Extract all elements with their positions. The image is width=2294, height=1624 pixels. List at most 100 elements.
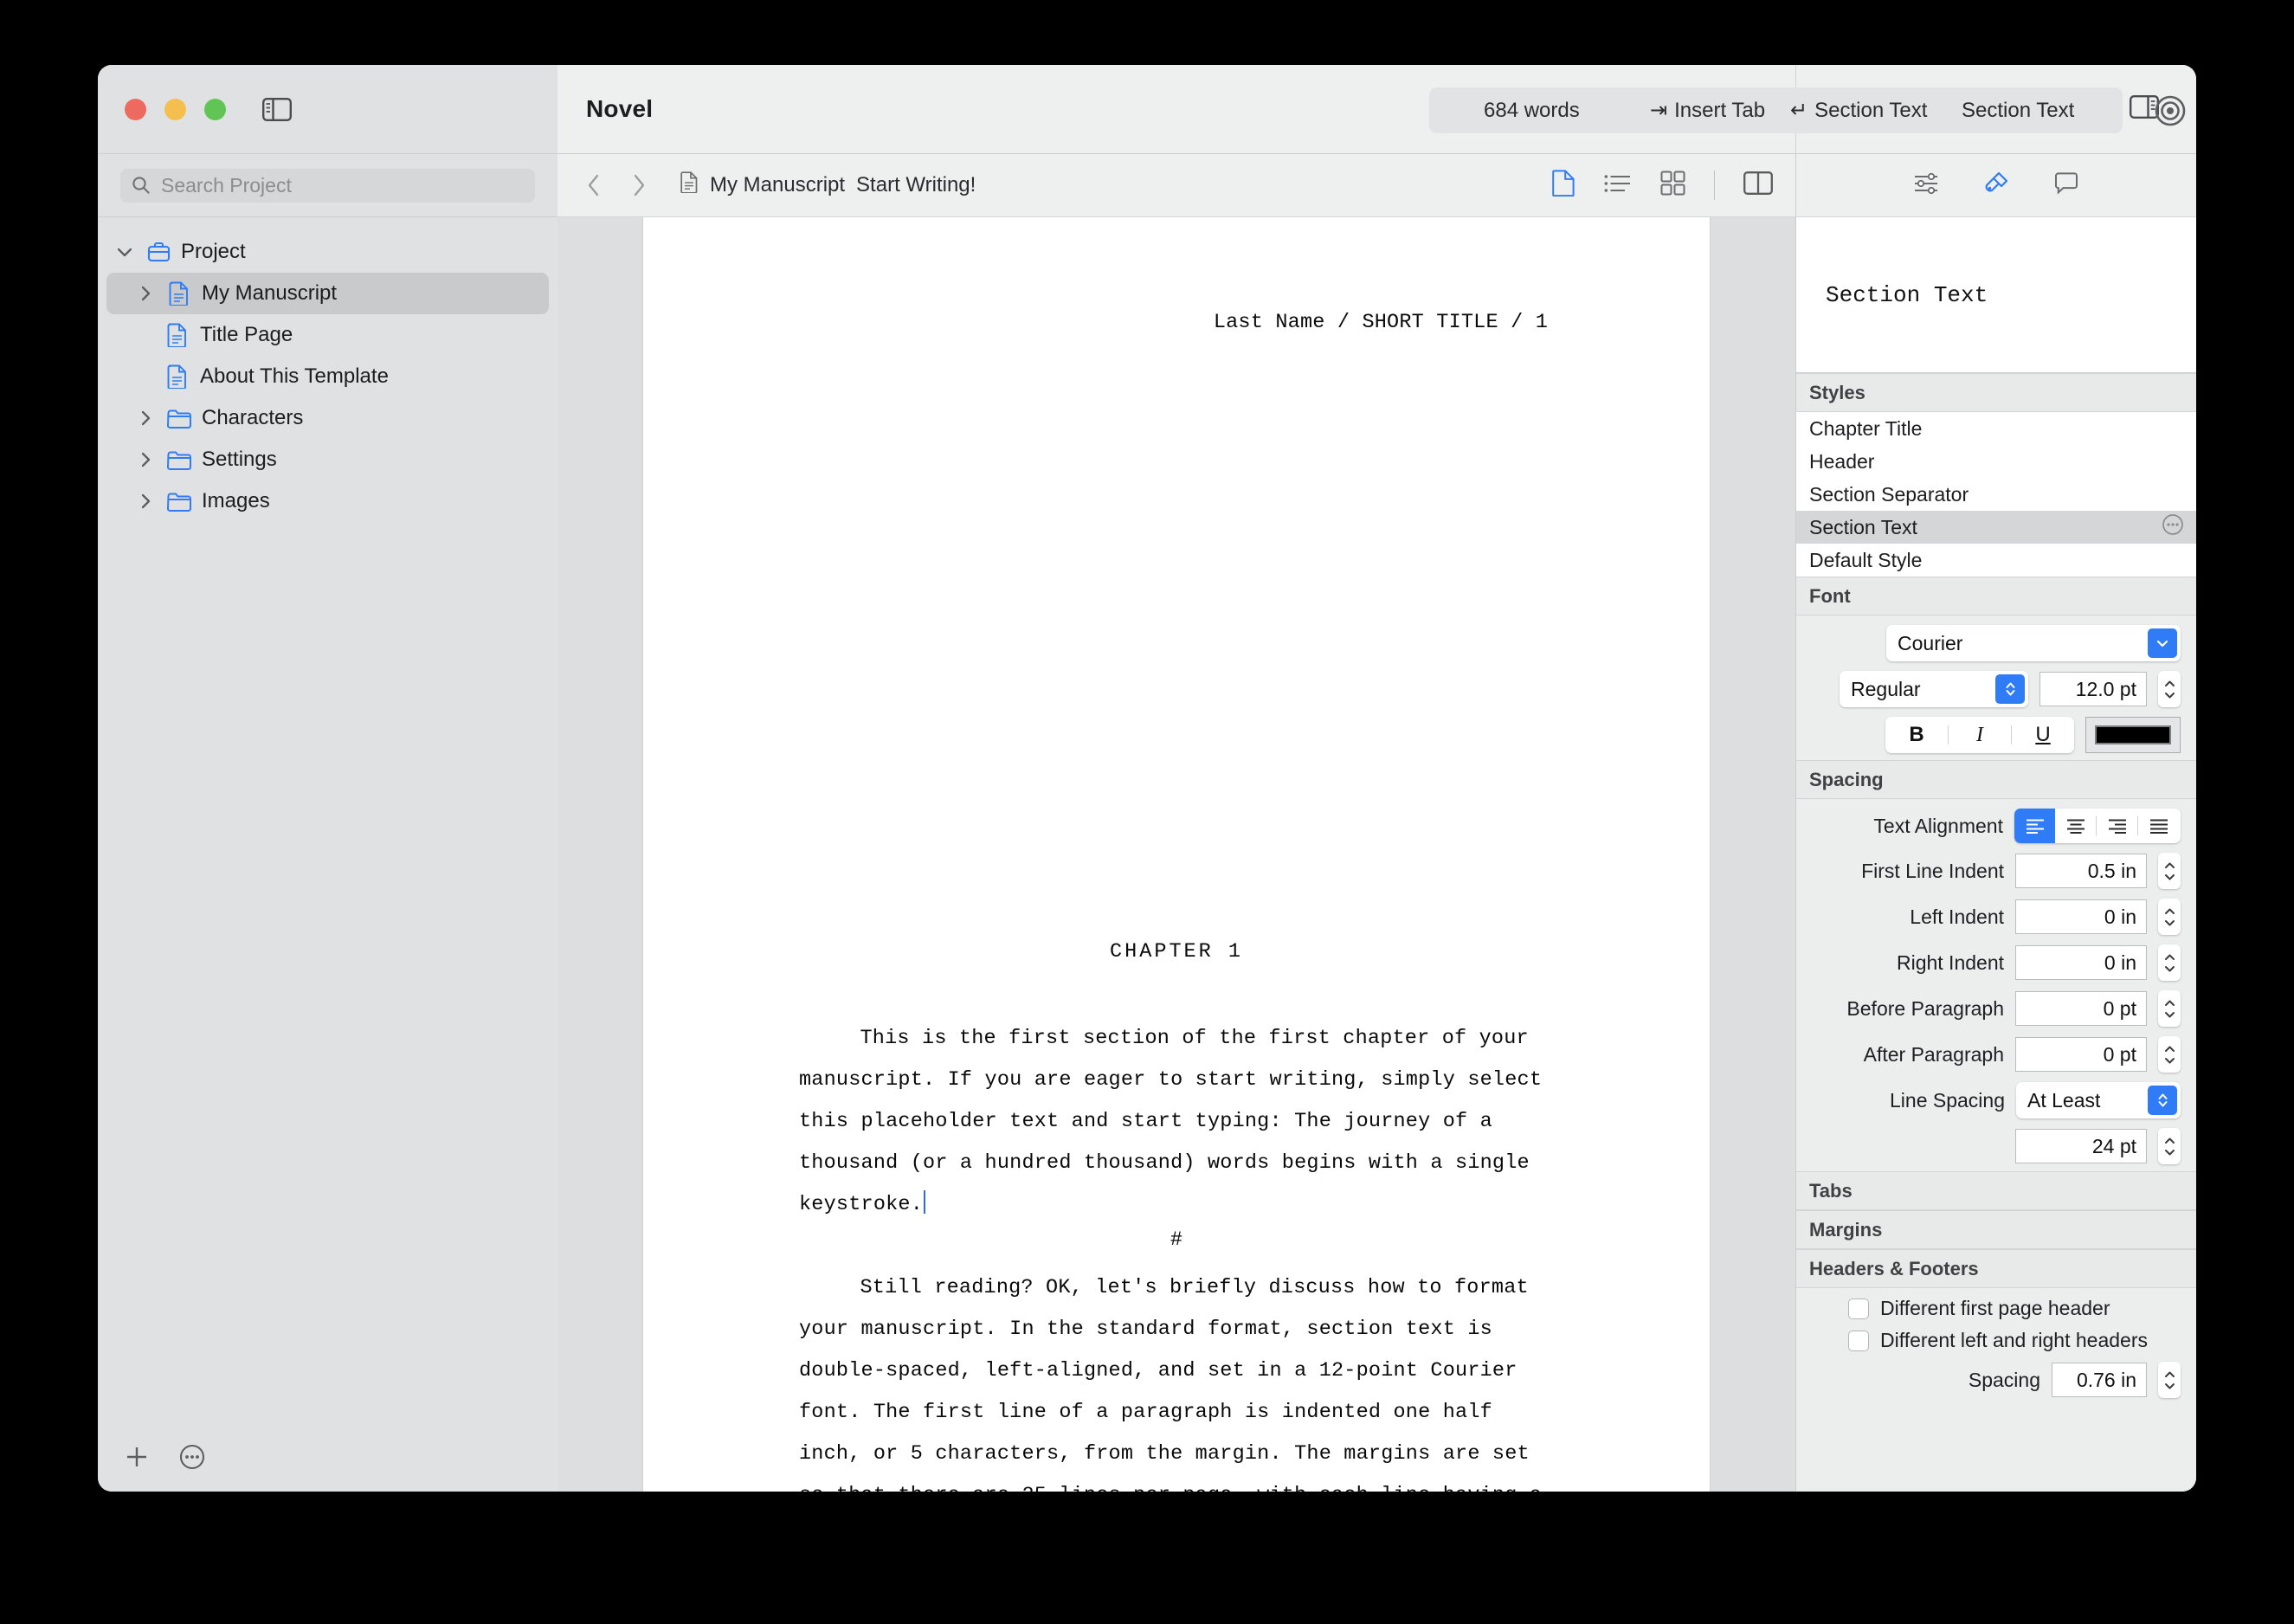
left-indent-field[interactable]: 0 in xyxy=(2015,899,2147,934)
style-preview-text: Section Text xyxy=(1826,281,1988,308)
forward-button[interactable] xyxy=(620,166,658,204)
style-item-section-separator[interactable]: Section Separator xyxy=(1796,478,2196,511)
word-count-label: 684 words xyxy=(1484,98,1580,122)
left-indent-value: 0 in xyxy=(2104,905,2136,928)
search-input[interactable]: Search Project xyxy=(120,168,535,203)
sidebar-item-settings[interactable]: Settings xyxy=(106,439,549,480)
paragraph-2[interactable]: Still reading? OK, let's briefly discuss… xyxy=(799,1267,1561,1492)
sidebar-item-characters[interactable]: Characters xyxy=(106,397,549,439)
left-indent-stepper[interactable] xyxy=(2158,899,2181,935)
right-indent-stepper[interactable] xyxy=(2158,944,2181,981)
return-glyph-icon: ↵ xyxy=(1790,99,1808,122)
different-first-page-checkbox[interactable] xyxy=(1848,1298,1869,1319)
before-paragraph-field[interactable]: 0 pt xyxy=(2015,991,2147,1026)
tab-comments-icon[interactable] xyxy=(2053,171,2079,199)
style-item-section-text[interactable]: Section Text xyxy=(1796,511,2196,544)
headers-footers-section-header[interactable]: Headers & Footers xyxy=(1796,1249,2196,1288)
twisty-down-icon[interactable] xyxy=(113,247,136,257)
sidebar-item-label: Settings xyxy=(202,448,277,471)
before-paragraph-stepper[interactable] xyxy=(2158,990,2181,1027)
line-spacing-value-row: 24 pt xyxy=(1796,1128,2196,1164)
line-spacing-stepper[interactable] xyxy=(2158,1128,2181,1164)
add-item-button[interactable] xyxy=(124,1444,150,1474)
font-color-swatch[interactable] xyxy=(2085,717,2181,753)
bold-button[interactable]: B xyxy=(1885,723,1948,747)
header-spacing-label: Spacing xyxy=(1968,1368,2040,1391)
minimize-button[interactable] xyxy=(164,98,186,120)
style-item-header[interactable]: Header xyxy=(1796,445,2196,478)
different-left-right-row[interactable]: Different left and right headers xyxy=(1796,1329,2196,1352)
different-first-page-label: Different first page header xyxy=(1880,1297,2110,1319)
split-view-icon[interactable] xyxy=(1743,171,1773,199)
after-paragraph-field[interactable]: 0 pt xyxy=(2015,1037,2147,1072)
after-paragraph-stepper[interactable] xyxy=(2158,1036,2181,1073)
twisty-right-icon[interactable] xyxy=(134,286,157,301)
view-outline-icon[interactable] xyxy=(1604,172,1632,199)
margins-section-header[interactable]: Margins xyxy=(1796,1210,2196,1249)
style-item-default-style[interactable]: Default Style xyxy=(1796,544,2196,577)
different-first-page-row[interactable]: Different first page header xyxy=(1796,1297,2196,1320)
zoom-button[interactable] xyxy=(204,98,226,120)
font-size-value: 12.0 pt xyxy=(2075,677,2136,700)
first-line-indent-stepper[interactable] xyxy=(2158,853,2181,889)
line-spacing-select[interactable]: At Least xyxy=(2016,1082,2181,1118)
folder-icon xyxy=(165,450,193,470)
font-size-field[interactable]: 12.0 pt xyxy=(2039,672,2147,706)
sidebar-item-title-page[interactable]: Title Page xyxy=(106,314,549,356)
stepper-chevrons-icon[interactable] xyxy=(2148,1086,2177,1115)
tab-styles-icon[interactable] xyxy=(1982,171,2010,201)
tabs-section-header[interactable]: Tabs xyxy=(1796,1171,2196,1210)
sidebar-item-project[interactable]: Project xyxy=(106,231,549,273)
header-spacing-stepper[interactable] xyxy=(2158,1362,2181,1398)
back-button[interactable] xyxy=(575,166,613,204)
more-options-button[interactable] xyxy=(179,1444,205,1474)
style-item-chapter-title[interactable]: Chapter Title xyxy=(1796,412,2196,445)
first-line-indent-row: First Line Indent 0.5 in xyxy=(1796,853,2196,889)
paragraph-1[interactable]: This is the first section of the first c… xyxy=(799,1018,1561,1226)
line-spacing-value-field[interactable]: 24 pt xyxy=(2015,1129,2147,1163)
font-family-select[interactable]: Courier xyxy=(1886,625,2181,661)
stepper-chevrons-icon[interactable] xyxy=(1995,674,2025,704)
close-button[interactable] xyxy=(125,98,146,120)
view-page-icon[interactable] xyxy=(1552,170,1576,201)
view-corkboard-icon[interactable] xyxy=(1660,171,1685,200)
header-spacing-value: 0.76 in xyxy=(2076,1368,2136,1391)
font-family-value: Courier xyxy=(1898,631,1963,654)
manuscript-page[interactable]: Last Name / SHORT TITLE / 1 CHAPTER 1 Th… xyxy=(643,217,1710,1492)
header-spacing-field[interactable]: 0.76 in xyxy=(2052,1363,2147,1397)
sidebar-item-images[interactable]: Images xyxy=(106,480,549,522)
current-style-label[interactable]: Section Text xyxy=(1962,99,2074,123)
traffic-lights xyxy=(125,98,226,120)
insert-tab-control[interactable]: ⇥ Insert Tab xyxy=(1650,98,1765,123)
right-indent-field[interactable]: 0 in xyxy=(2015,945,2147,980)
align-center-button[interactable] xyxy=(2055,809,2096,843)
twisty-right-icon[interactable] xyxy=(134,452,157,467)
font-size-stepper[interactable] xyxy=(2158,671,2181,707)
underline-button[interactable]: U xyxy=(2012,723,2074,747)
composition-target-icon[interactable] xyxy=(2153,93,2188,128)
style-options-icon[interactable] xyxy=(2162,513,2184,541)
font-traits-group: B I U xyxy=(1885,717,2074,753)
align-right-button[interactable] xyxy=(2097,809,2137,843)
after-paragraph-label: After Paragraph xyxy=(1863,1042,2004,1066)
sidebar-item-label: About This Template xyxy=(200,364,389,388)
font-weight-select[interactable]: Regular xyxy=(1840,671,2028,707)
toggle-left-sidebar-icon[interactable] xyxy=(261,96,293,122)
font-weight-size-row: Regular 12.0 pt xyxy=(1796,671,2196,707)
sidebar-item-my-manuscript[interactable]: My Manuscript xyxy=(106,273,549,314)
italic-button[interactable]: I xyxy=(1949,724,2011,747)
chevron-down-icon[interactable] xyxy=(2148,628,2177,658)
first-line-indent-field[interactable]: 0.5 in xyxy=(2015,854,2147,888)
sidebar-item-about-this-template[interactable]: About This Template xyxy=(106,356,549,397)
return-style-control[interactable]: ↵ Section Text xyxy=(1790,98,1927,123)
style-item-label: Section Separator xyxy=(1809,482,1969,506)
breadcrumb[interactable]: My Manuscript : Start Writing! xyxy=(680,171,1150,1099)
twisty-right-icon[interactable] xyxy=(134,410,157,426)
top-toolbar: Novel 684 words ⇥ Insert Tab ↵ Section T… xyxy=(98,65,2196,153)
different-left-right-checkbox[interactable] xyxy=(1848,1330,1869,1351)
align-justify-button[interactable] xyxy=(2138,809,2179,843)
align-left-button[interactable] xyxy=(2014,809,2055,843)
app-title: Novel xyxy=(586,95,654,122)
twisty-right-icon[interactable] xyxy=(134,493,157,509)
tab-metadata-icon[interactable] xyxy=(1913,172,1939,199)
